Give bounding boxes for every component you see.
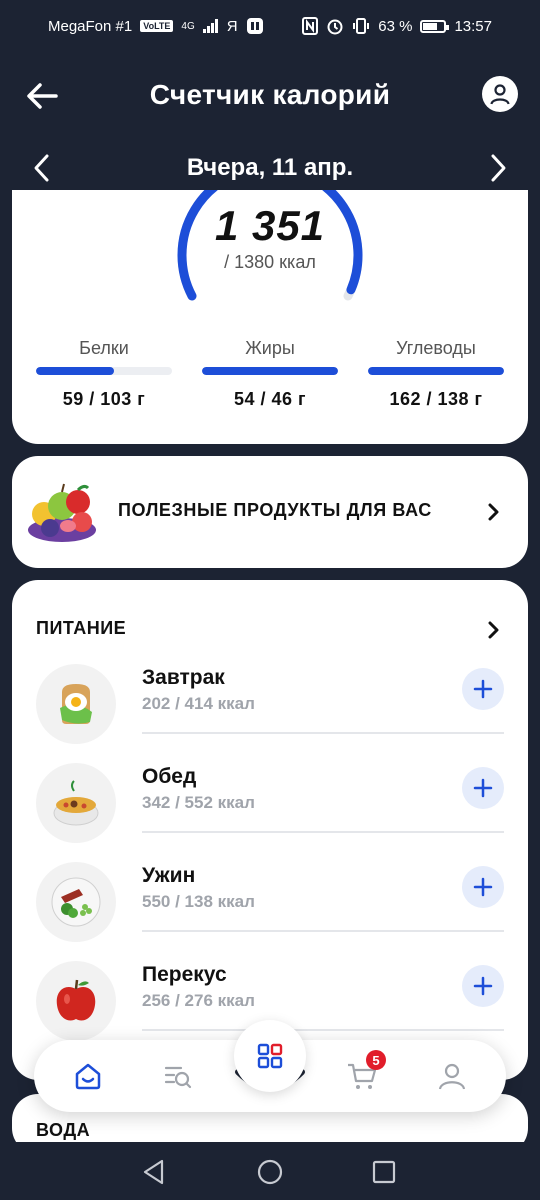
add-dinner-button[interactable]: [462, 866, 504, 908]
meal-kcal: 342 / 552 ккал: [142, 793, 255, 812]
recents-square-icon[interactable]: [370, 1158, 398, 1186]
chevron-left-icon[interactable]: [28, 152, 58, 184]
user-icon: [490, 84, 510, 105]
signal-icon: [202, 19, 218, 33]
status-bar: MegaFon #1 VoLTE 4G Я 63 % 13:57: [0, 0, 540, 52]
macro-progress-fill: [368, 367, 504, 375]
plus-icon: [473, 679, 493, 699]
chevron-right-icon: [488, 503, 499, 521]
meal-icon-wrap: [36, 862, 116, 942]
macro-label: Жиры: [245, 338, 295, 358]
chevron-right-icon[interactable]: [484, 616, 504, 644]
meal-icon-wrap: [36, 763, 116, 843]
nfc-icon: [302, 17, 319, 35]
cart-badge: 5: [366, 1050, 386, 1070]
meal-name: Ужин: [142, 864, 196, 887]
home-icon: [75, 1063, 101, 1090]
dinner-plate-icon: [51, 877, 101, 927]
chevron-right-icon[interactable]: [482, 152, 512, 184]
date-label[interactable]: Вчера, 11 апр.: [187, 154, 353, 182]
macro-fat: Жиры 54 / 46 г: [202, 338, 338, 410]
status-left: MegaFon #1 VoLTE 4G Я: [48, 17, 264, 35]
add-snack-button[interactable]: [462, 965, 504, 1007]
divider: [142, 930, 504, 932]
kcal-consumed: 1 351: [214, 202, 326, 249]
macro-protein: Белки 59 / 103 г: [36, 338, 172, 410]
meal-lunch[interactable]: Обед 342 / 552 ккал: [36, 763, 504, 862]
profile-icon: [438, 1063, 466, 1090]
fruit-basket-icon: [28, 483, 96, 542]
divider: [142, 732, 504, 734]
plus-icon: [473, 877, 493, 897]
network-label: 4G: [181, 20, 195, 32]
meal-icon-wrap: [36, 664, 116, 744]
nutrition-card: ПИТАНИЕ Завтрак 202 / 414 ккал Обед 342 …: [12, 580, 528, 1080]
add-breakfast-button[interactable]: [462, 668, 504, 710]
meal-breakfast[interactable]: Завтрак 202 / 414 ккал: [36, 664, 504, 763]
home-circle-icon[interactable]: [256, 1158, 284, 1186]
tab-profile[interactable]: [434, 1058, 470, 1094]
clock: 13:57: [454, 17, 492, 35]
meal-kcal: 202 / 414 ккал: [142, 694, 255, 713]
macro-label: Углеводы: [396, 338, 476, 358]
bottom-tab-bar: 5: [34, 1020, 506, 1112]
status-right: 63 % 13:57: [302, 17, 492, 35]
meal-name: Завтрак: [142, 666, 225, 689]
tab-catalog[interactable]: [234, 1020, 306, 1092]
nutrition-title: ПИТАНИЕ: [36, 618, 127, 638]
alarm-icon: [327, 19, 343, 35]
macro-progress-fill: [202, 367, 338, 375]
app-notification-icon: [246, 18, 263, 34]
date-navigation: Вчера, 11 апр.: [0, 140, 540, 196]
macro-progress-bar: [368, 367, 504, 375]
meal-name: Перекус: [142, 963, 227, 986]
useful-products-card[interactable]: ПОЛЕЗНЫЕ ПРОДУКТЫ ДЛЯ ВАС: [12, 456, 528, 568]
macro-progress-bar: [36, 367, 172, 375]
apple-icon: [56, 979, 96, 1021]
battery-percent: 63 %: [378, 17, 413, 35]
calorie-summary-card: 1 351 / 1380 ккал Белки 59 / 103 г Жиры …: [12, 190, 528, 444]
app-header: Счетчик калорий: [0, 60, 540, 130]
meal-kcal: 550 / 138 ккал: [142, 892, 255, 911]
meal-dinner[interactable]: Ужин 550 / 138 ккал: [36, 862, 504, 961]
extra-indicator: Я: [226, 17, 238, 35]
search-list-icon: [164, 1066, 192, 1089]
profile-button[interactable]: [482, 76, 518, 112]
tab-search[interactable]: [160, 1058, 196, 1094]
back-triangle-icon[interactable]: [140, 1158, 168, 1186]
macro-progress-fill: [36, 367, 114, 375]
tab-cart[interactable]: 5: [344, 1050, 386, 1094]
useful-products-label: ПОЛЕЗНЫЕ ПРОДУКТЫ ДЛЯ ВАС: [118, 500, 432, 520]
back-arrow-icon[interactable]: [22, 76, 62, 116]
egg-toast-icon: [60, 684, 92, 724]
plus-icon: [473, 976, 493, 996]
plus-icon: [473, 778, 493, 798]
add-lunch-button[interactable]: [462, 767, 504, 809]
divider: [142, 1029, 504, 1031]
volte-badge: VoLTE: [140, 20, 174, 32]
battery-icon: [420, 19, 450, 33]
tab-home[interactable]: [70, 1058, 106, 1094]
macro-value: 54 / 46 г: [233, 389, 307, 409]
carrier-label: MegaFon #1: [48, 17, 133, 35]
divider: [142, 831, 504, 833]
meal-kcal: 256 / 276 ккал: [142, 991, 255, 1010]
system-nav-bar: [0, 1142, 540, 1200]
macro-label: Белки: [79, 338, 129, 358]
meal-icon-wrap: [36, 961, 116, 1041]
kcal-target: / 1380 ккал: [224, 252, 316, 272]
meal-name: Обед: [142, 765, 197, 788]
page-title: Счетчик калорий: [149, 79, 391, 110]
macro-value: 59 / 103 г: [62, 389, 146, 409]
soup-bowl-icon: [53, 780, 99, 826]
water-title: ВОДА: [36, 1120, 91, 1140]
macro-progress-bar: [202, 367, 338, 375]
macros-row: Белки 59 / 103 г Жиры 54 / 46 г Углеводы…: [36, 338, 504, 410]
grid-icon: [257, 1043, 283, 1069]
macro-carbs: Углеводы 162 / 138 г: [368, 338, 504, 410]
macro-value: 162 / 138 г: [389, 389, 483, 409]
vibrate-icon: [353, 18, 370, 34]
